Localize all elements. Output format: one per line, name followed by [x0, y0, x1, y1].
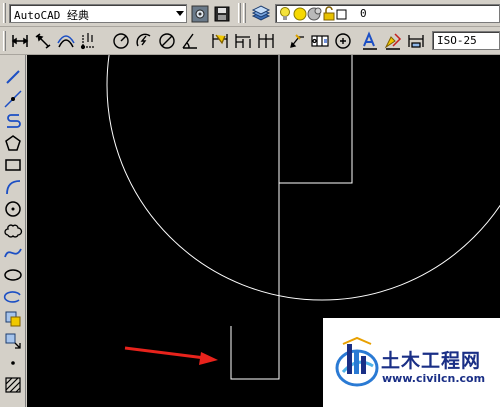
make-block-icon[interactable]: [3, 331, 23, 351]
dimension-style-dropdown[interactable]: ISO-25: [432, 31, 500, 50]
circle-icon[interactable]: [3, 199, 23, 219]
layer-properties-icon[interactable]: [251, 4, 271, 24]
toolbar-grip[interactable]: [238, 3, 241, 23]
toolbar-grip[interactable]: [3, 31, 6, 51]
linear-dimension-icon[interactable]: [10, 31, 30, 51]
ellipse-icon[interactable]: [3, 265, 23, 285]
chevron-down-icon: [176, 11, 184, 16]
jogged-dimension-icon[interactable]: [134, 31, 154, 51]
dimension-text-edit-icon[interactable]: [383, 31, 403, 51]
workspace-layer-toolbar: AutoCAD 经典 0: [0, 0, 500, 27]
diameter-dimension-icon[interactable]: [157, 31, 177, 51]
draw-toolbar: [0, 55, 26, 407]
red-arrow-annotation: [124, 346, 218, 365]
ordinate-dimension-icon[interactable]: [79, 31, 99, 51]
aligned-dimension-icon[interactable]: [33, 31, 53, 51]
dimension-style-value: ISO-25: [437, 34, 477, 47]
dimension-update-icon[interactable]: [406, 31, 426, 51]
spline-icon[interactable]: [3, 243, 23, 263]
toolbar-grip[interactable]: [3, 3, 6, 23]
polygon-icon[interactable]: [3, 133, 23, 153]
ellipse-arc-icon[interactable]: [3, 287, 23, 307]
hatch-icon[interactable]: [3, 375, 23, 395]
radius-dimension-icon[interactable]: [111, 31, 131, 51]
workspace-value: AutoCAD 经典: [14, 9, 89, 22]
workspace-dropdown[interactable]: AutoCAD 经典: [9, 4, 187, 23]
save-workspace-icon[interactable]: [212, 4, 232, 24]
angular-dimension-icon[interactable]: [180, 31, 200, 51]
watermark-url: www.civilcn.com: [382, 372, 486, 385]
drawn-circle: [106, 55, 500, 301]
baseline-dimension-icon[interactable]: [233, 31, 253, 51]
drawn-upper-rectangle: [279, 55, 353, 184]
insert-block-icon[interactable]: [3, 309, 23, 329]
line-icon[interactable]: [3, 67, 23, 87]
quick-dimension-icon[interactable]: [210, 31, 230, 51]
layer-dropdown[interactable]: 0: [275, 4, 500, 23]
layer-value: 0: [360, 7, 367, 20]
polyline-icon[interactable]: [3, 111, 23, 131]
continue-dimension-icon[interactable]: [256, 31, 276, 51]
revision-cloud-icon[interactable]: [3, 221, 23, 241]
point-icon[interactable]: [3, 353, 23, 373]
tolerance-icon[interactable]: [310, 31, 330, 51]
toolbar-grip[interactable]: [243, 3, 246, 23]
watermark-logo: 土木工程网 www.civilcn.com: [323, 318, 500, 407]
arc-length-icon[interactable]: [56, 31, 76, 51]
drawn-lower-rectangle: [230, 323, 280, 380]
workspace-settings-icon[interactable]: [190, 4, 210, 24]
dimension-edit-icon[interactable]: [360, 31, 380, 51]
quick-leader-icon[interactable]: [287, 31, 307, 51]
layer-state-icons: [280, 6, 347, 21]
center-mark-icon[interactable]: [333, 31, 353, 51]
civilcn-logo-icon: [335, 336, 379, 387]
arc-icon[interactable]: [3, 177, 23, 197]
construction-line-icon[interactable]: [3, 89, 23, 109]
watermark-brand: 土木工程网: [381, 350, 482, 372]
rectangle-icon[interactable]: [3, 155, 23, 175]
dimension-toolbar: ISO-25: [0, 27, 500, 55]
